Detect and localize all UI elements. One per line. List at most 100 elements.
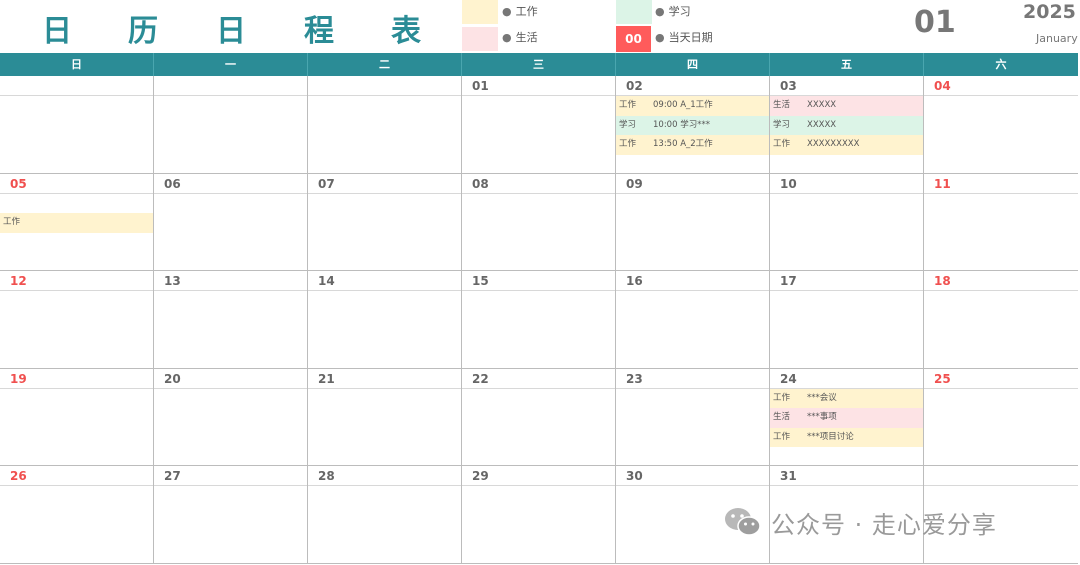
event-entry[interactable]: 工作 ***项目讨论	[770, 427, 923, 447]
day-cell[interactable]: 10	[770, 173, 924, 271]
day-number	[154, 76, 307, 96]
event-entry[interactable]: 工作	[0, 213, 153, 233]
calendar-grid: 01 02 工作 09:00 A_1工作 学习 10:00 学习*** 工作 13:50 A_…	[0, 76, 1078, 564]
day-number: 24	[770, 369, 923, 389]
day-cell[interactable]: 29	[462, 466, 616, 564]
legend-item-life: ● 生活	[502, 31, 538, 44]
day-number: 05	[0, 174, 153, 194]
weekday-header-bar: 日 一 二 三 四 五 六	[0, 53, 1078, 76]
weekday-wed: 三	[462, 53, 616, 76]
day-cell[interactable]: 28	[308, 466, 462, 564]
day-cell[interactable]: 20	[154, 368, 308, 466]
day-number: 30	[616, 466, 769, 486]
day-cell[interactable]: 24 工作 ***会议生活 ***事项工作 ***项目讨论	[770, 368, 924, 466]
day-cell[interactable]: 14	[308, 271, 462, 369]
day-number	[308, 76, 461, 96]
title-char: 历	[128, 14, 158, 49]
empty-day-cell[interactable]	[308, 76, 462, 174]
day-number: 01	[462, 76, 615, 96]
event-entry[interactable]: 工作 ***会议	[770, 388, 923, 408]
day-cell[interactable]: 13	[154, 271, 308, 369]
legend-swatch-study	[616, 0, 652, 24]
day-number: 06	[154, 174, 307, 194]
day-cell[interactable]: 04	[924, 76, 1078, 174]
legend-label: 工作	[515, 5, 538, 18]
day-cell[interactable]: 18	[924, 271, 1078, 369]
day-number: 10	[770, 174, 923, 194]
event-category: 生活	[773, 412, 791, 422]
event-text: 10:00 学习***	[653, 119, 710, 130]
day-cell[interactable]: 26	[0, 466, 154, 564]
weekday-mon: 一	[154, 53, 308, 76]
day-cell[interactable]: 27	[154, 466, 308, 564]
event-entry[interactable]: 工作 13:50 A_2工作	[616, 135, 769, 155]
empty-day-cell[interactable]	[154, 76, 308, 174]
day-number: 21	[308, 369, 461, 389]
day-cell[interactable]: 23	[616, 368, 770, 466]
day-cell[interactable]: 08	[462, 173, 616, 271]
week-row: 19 20 21 22 23 24 工作 ***会议生活 ***事项工作 ***项目讨论 25	[0, 368, 1078, 466]
title-char: 程	[304, 14, 334, 49]
day-cell[interactable]: 19	[0, 368, 154, 466]
empty-day-cell[interactable]	[0, 76, 154, 174]
event-entry[interactable]: 工作 XXXXXXXXX	[770, 135, 923, 155]
day-number: 11	[924, 174, 1078, 194]
event-text: ***事项	[807, 412, 837, 422]
day-number: 25	[924, 369, 1078, 389]
day-cell[interactable]: 17	[770, 271, 924, 369]
event-entry[interactable]: 工作 09:00 A_1工作	[616, 96, 769, 116]
day-cell[interactable]: 06	[154, 173, 308, 271]
day-cell[interactable]: 12	[0, 271, 154, 369]
day-cell[interactable]: 03 生活 XXXXX 学习 XXXXX 工作 XXXXXXXXX	[770, 76, 924, 174]
day-number: 12	[0, 271, 153, 291]
day-cell[interactable]: 01	[462, 76, 616, 174]
event-category: 工作	[773, 139, 791, 149]
day-cell[interactable]: 07	[308, 173, 462, 271]
day-number: 04	[924, 76, 1078, 96]
month-number: 01	[914, 5, 956, 40]
wechat-icon	[725, 508, 761, 536]
day-cell[interactable]: 05 工作	[0, 173, 154, 271]
day-cell[interactable]: 21	[308, 368, 462, 466]
day-number: 28	[308, 466, 461, 486]
day-number	[0, 76, 153, 96]
event-entry[interactable]: 生活 XXXXX	[770, 96, 923, 116]
event-category: 工作	[3, 217, 21, 227]
event-text: XXXXXXXXX	[807, 139, 860, 149]
event-text: ***会议	[807, 392, 837, 403]
day-number: 18	[924, 271, 1078, 291]
event-category: 生活	[773, 100, 791, 110]
day-number: 16	[616, 271, 769, 291]
event-category: 工作	[773, 392, 791, 403]
event-category: 学习	[773, 119, 791, 130]
event-entry[interactable]: 学习 10:00 学习***	[616, 115, 769, 135]
day-number: 09	[616, 174, 769, 194]
legend-label: 当天日期	[668, 31, 713, 44]
day-number	[924, 466, 1078, 486]
event-entry[interactable]: 生活 ***事项	[770, 408, 923, 428]
day-cell[interactable]: 22	[462, 368, 616, 466]
calendar-header: 日 历 日 程 表 ● 工作 ● 生活 ● 学习 00 ● 当天日期 01 2025 J…	[0, 0, 1080, 52]
day-cell[interactable]: 02 工作 09:00 A_1工作 学习 10:00 学习*** 工作 13:50 A_2工…	[616, 76, 770, 174]
day-number: 26	[0, 466, 153, 486]
weekday-sun: 日	[0, 53, 154, 76]
day-number: 03	[770, 76, 923, 96]
event-text: 09:00 A_1工作	[653, 100, 713, 110]
day-cell[interactable]: 09	[616, 173, 770, 271]
year-label: 2025	[1023, 1, 1076, 23]
day-number: 23	[616, 369, 769, 389]
day-number: 15	[462, 271, 615, 291]
title-char: 日	[216, 14, 246, 49]
day-cell[interactable]: 15	[462, 271, 616, 369]
day-number: 31	[770, 466, 923, 486]
event-entry[interactable]: 学习 XXXXX	[770, 115, 923, 135]
title-char: 日	[42, 14, 72, 49]
weekday-sat: 六	[995, 58, 1007, 71]
day-cell[interactable]: 16	[616, 271, 770, 369]
day-cell[interactable]: 11	[924, 174, 1078, 271]
week-row: 05 工作 06 07 08 09 10 11	[0, 173, 1078, 271]
legend-label: 学习	[668, 5, 691, 18]
day-cell[interactable]: 25	[924, 369, 1078, 466]
legend-label: 生活	[515, 31, 538, 44]
event-category: 工作	[619, 100, 637, 110]
